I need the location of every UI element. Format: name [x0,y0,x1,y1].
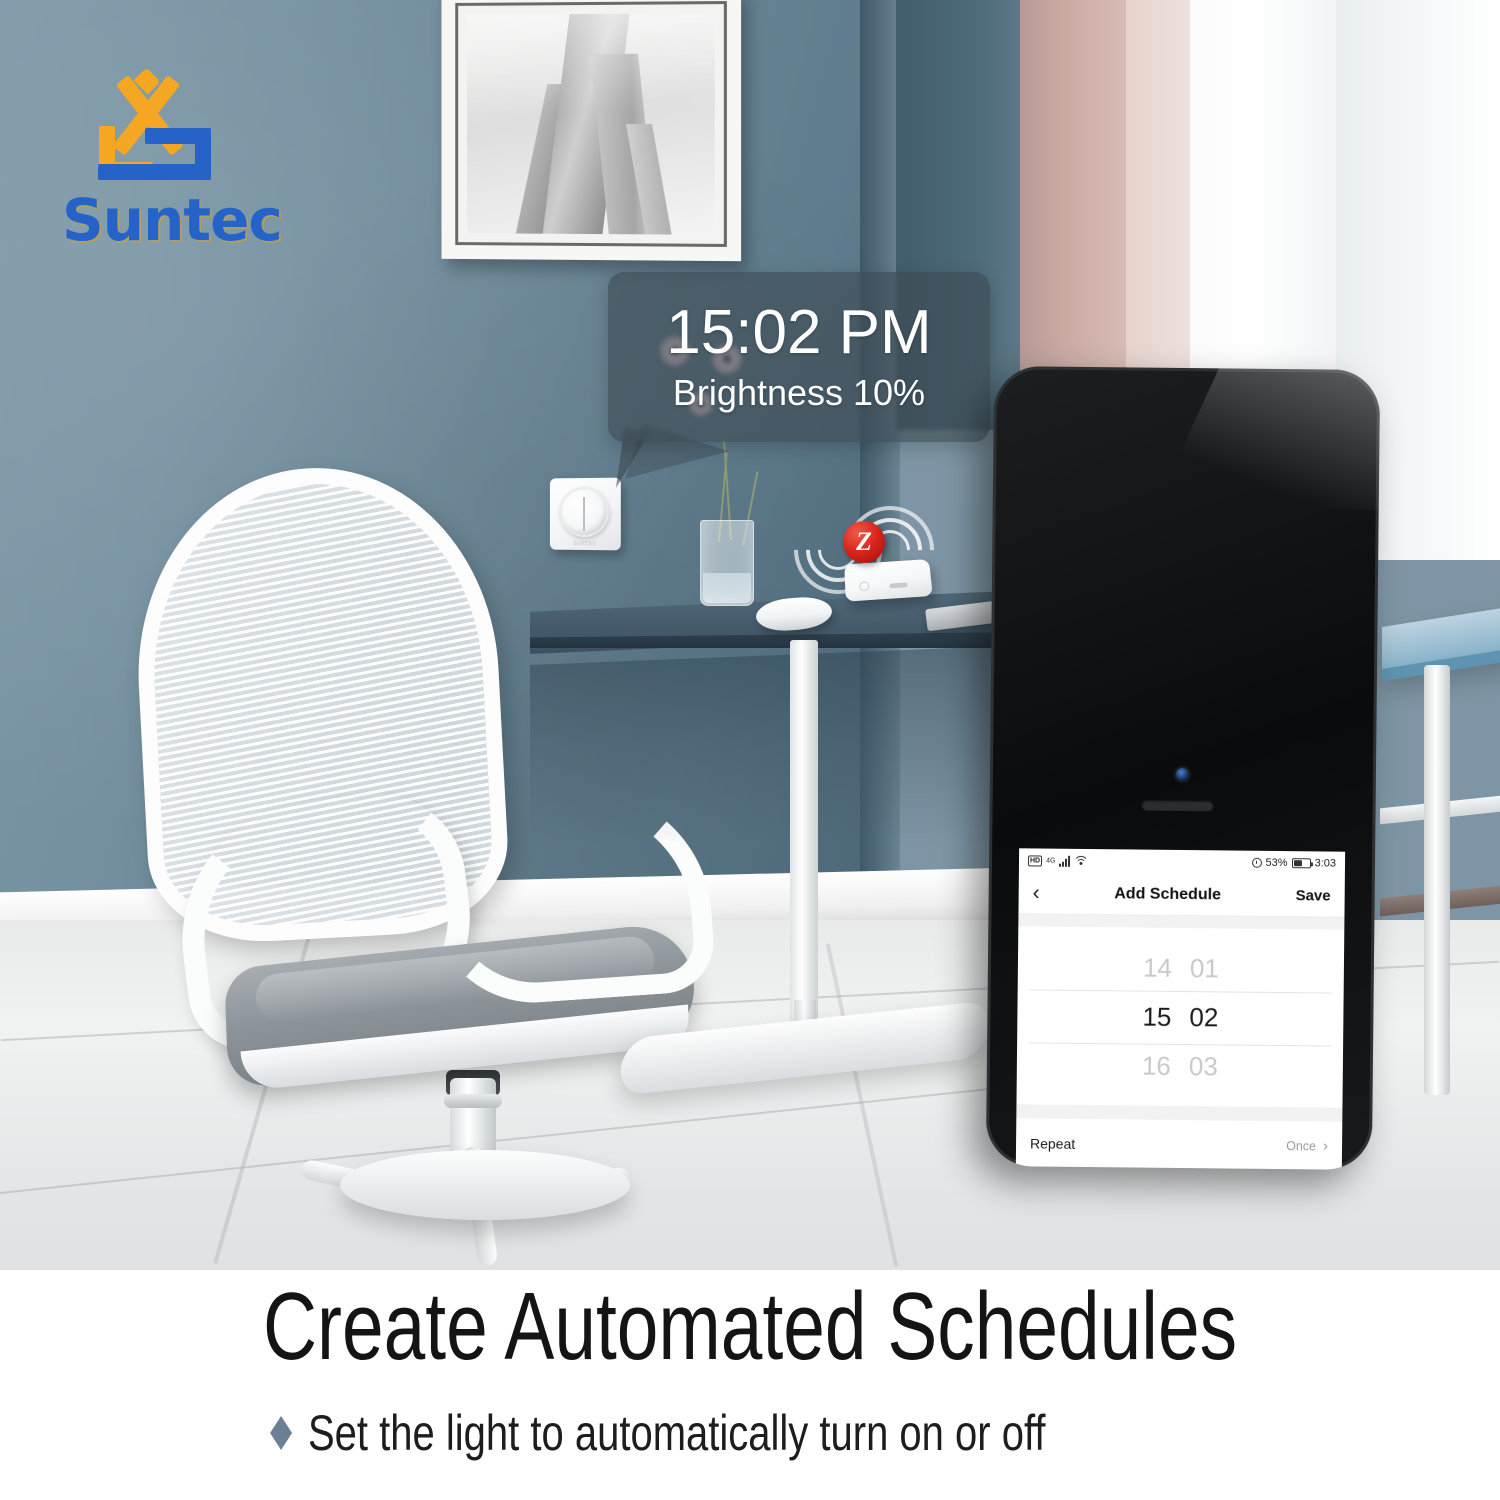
status-clock: 3:03 [1314,857,1337,870]
logo-g-shape [98,128,211,180]
picture-sky-gradient [467,13,715,235]
subline-text: Set the light to automatically turn on o… [308,1405,1046,1461]
picker-row-selected[interactable]: 15 02 [1017,991,1343,1043]
phone-glass-reflection [1155,368,1380,510]
alarm-clock-icon [1251,857,1262,868]
picker-row-below[interactable]: 16 03 [1017,1040,1343,1092]
subline-row: Set the light to automatically turn on o… [0,1404,1500,1462]
tooltip-brightness: Brightness 10% [672,371,926,413]
row-value-repeat: Once [1286,1138,1317,1153]
phone-screen: HD 4G 53% 3:03 ‹ Add Schedule Save 14 01… [1013,848,1346,1170]
earpiece-speaker-icon [1141,799,1214,812]
brand-logo: Suntec [62,67,292,254]
tooltip-time: 15:02 PM [666,298,932,368]
smartphone-mockup: HD 4G 53% 3:03 ‹ Add Schedule Save 14 01… [985,366,1381,1170]
desk-leg [790,640,818,1040]
front-camera-icon [1175,767,1189,782]
picker-minute-above[interactable]: 01 [1190,944,1219,993]
network-type-label: 4G [1046,857,1056,865]
chair-gas-lift-ring [444,1094,502,1108]
rotary-dimmer-switch-icon: SUNTEC [549,477,621,551]
wifi-icon [1074,855,1087,866]
flower-vase-icon [700,520,754,606]
save-button[interactable]: Save [1296,887,1331,904]
row-right-repeat: Once › [1286,1137,1329,1155]
page-title: Add Schedule [1114,884,1222,903]
hub-usb-port [889,582,908,589]
marketing-caption: Create Automated Schedules Set the light… [0,1272,1500,1462]
room-scene-photo: SUNTEC Z 15:02 PM Brightness 10% Suntec … [0,0,1500,1270]
side-table-leg [1424,665,1450,1095]
dimmer-knob [559,486,609,538]
chair-base [340,1150,630,1220]
dimmer-pointer-mark [583,497,585,531]
brightness-tooltip: 15:02 PM Brightness 10% [608,272,990,442]
status-bar-right: 53% 3:03 [1251,857,1336,870]
back-chevron-icon[interactable]: ‹ [1033,881,1040,904]
chevron-right-icon: › [1322,1137,1329,1155]
zigbee-logo-badge: Z [843,521,885,563]
dimmer-brand-label: SUNTEC [573,540,597,548]
status-bar: HD 4G 53% 3:03 [1018,848,1346,876]
settings-row-repeat[interactable]: Repeat Once › [1015,1118,1343,1170]
picture-image [467,13,715,235]
picker-minute-below[interactable]: 03 [1189,1042,1218,1091]
time-picker-wheel[interactable]: 14 01 15 02 16 03 [1016,926,1345,1108]
hub-led-indicator [859,581,870,592]
battery-percent-label: 53% [1265,856,1288,870]
app-navigation-bar: ‹ Add Schedule Save [1018,872,1345,918]
picker-minute-selected[interactable]: 02 [1189,993,1218,1042]
signal-bars-icon [1059,855,1071,867]
status-bar-left: HD 4G [1027,854,1088,867]
logo-g-bottom [98,164,211,180]
picker-hour-below[interactable]: 16 [1142,1041,1171,1090]
desk-shadow [530,645,1030,845]
zigbee-gateway-icon [844,559,933,602]
hd-icon: HD [1027,854,1043,867]
headline-text: Create Automated Schedules [262,1273,1238,1380]
zigbee-letter: Z [856,527,872,556]
picker-row-above[interactable]: 14 01 [1018,942,1344,994]
framed-skyscraper-photo [441,0,742,262]
diamond-bullet-icon [270,1416,293,1450]
row-label-repeat: Repeat [1029,1134,1076,1152]
schedule-settings-list: Repeat Once › Note › Notification [1013,1118,1343,1170]
brand-name: Suntec [62,186,283,254]
picker-hour-selected[interactable]: 15 [1142,992,1171,1041]
battery-icon [1291,858,1311,869]
vase-water [703,573,751,603]
picker-hour-above[interactable]: 14 [1143,943,1172,992]
house-logo-icon [88,67,248,184]
